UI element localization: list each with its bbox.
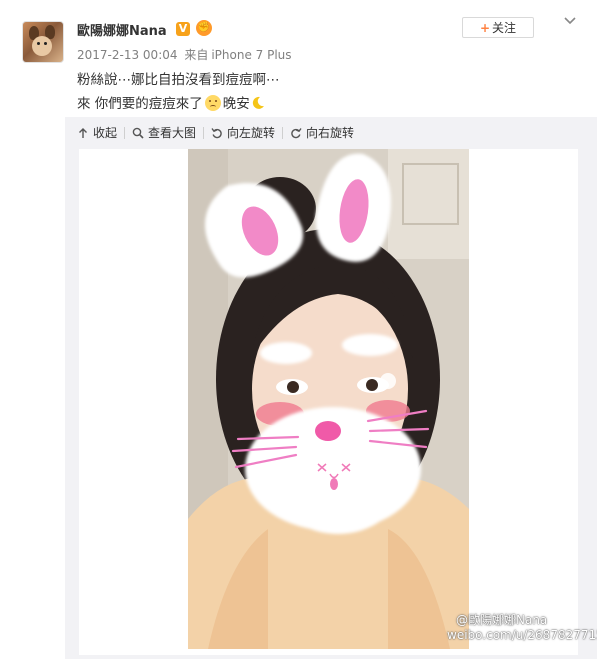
toolbar-divider [282,126,284,139]
rotate-right-label: 向右旋转 [306,126,355,140]
view-large-button[interactable]: 查看大图 [132,124,196,141]
magnifier-icon [132,127,144,139]
rotate-left-icon [211,127,222,138]
chevron-down-icon[interactable] [563,14,577,28]
collapse-button[interactable]: 收起 [77,124,117,141]
post-text-line1: 粉絲說⋯娜比自拍沒看到痘痘啊⋯ [77,72,280,88]
follow-label: 关注 [492,21,517,35]
rotate-right-icon [291,127,302,138]
post-meta: 2017-2-13 00:04 来自 iPhone 7 Plus [77,46,295,63]
username[interactable]: 歐陽娜娜Nana [77,20,167,39]
toolbar-divider [203,126,205,139]
media-toolbar: 收起 查看大图 向左旋转 向右旋转 [77,124,354,141]
crescent-moon-emoji-icon [252,96,264,109]
source-device[interactable]: iPhone 7 Plus [211,48,291,62]
post-text-line2: 來 你們要的痘痘來了 晚安 [77,92,266,112]
rotate-right-button[interactable]: 向右旋转 [290,124,354,141]
user-avatar[interactable] [22,21,64,63]
avatar-eye [37,42,40,45]
medal-icon[interactable]: ✊ [196,20,212,36]
collapse-arrow-icon [79,127,87,138]
post-timestamp[interactable]: 2017-2-13 00:04 [77,48,178,62]
sad-face-emoji-icon [204,95,221,111]
source-prefix: 来自 [184,48,209,62]
follow-button[interactable]: + 关注 [462,17,534,38]
post-text-line2-end: 晚安 [222,96,250,112]
verified-badge-icon: V [176,22,190,36]
watermark-username: @歐陽娜娜Nana [456,613,548,627]
plus-icon: + [479,21,491,35]
toolbar-divider [124,126,126,139]
avatar-face [32,36,52,56]
post-photo[interactable] [188,149,469,649]
view-large-label: 查看大图 [148,126,197,140]
avatar-eye [44,42,47,45]
rotate-left-button[interactable]: 向左旋转 [211,124,275,141]
watermark-url: weibo.com/u/2687827715 [447,628,597,642]
rotate-left-label: 向左旋转 [227,126,276,140]
collapse-label: 收起 [93,126,118,140]
post-text-line2-start: 來 你們要的痘痘來了 [77,96,203,112]
